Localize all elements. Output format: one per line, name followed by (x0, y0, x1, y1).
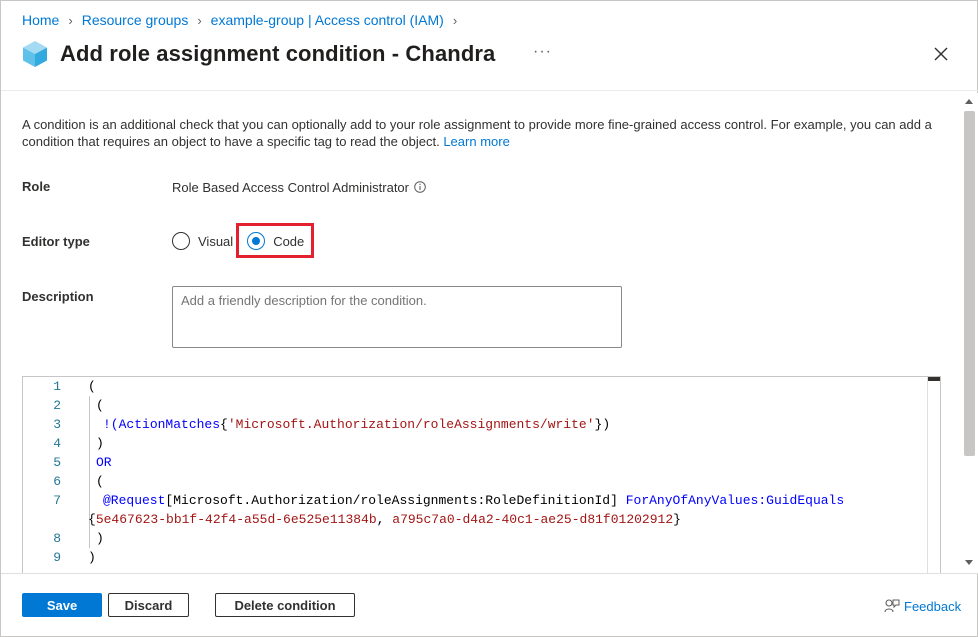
code-text: ( (88, 379, 96, 394)
code-token: { (88, 512, 96, 527)
description-input[interactable] (172, 286, 622, 348)
radio-visual-circle[interactable] (172, 232, 190, 250)
line-number: 1 (53, 379, 61, 394)
breadcrumb-home[interactable]: Home (22, 12, 59, 28)
line-number: 9 (53, 550, 61, 565)
panel: Home › Resource groups › example-group |… (0, 0, 978, 637)
code-text: ( (96, 398, 104, 413)
breadcrumb-iam[interactable]: example-group | Access control (IAM) (211, 12, 444, 28)
feedback-label: Feedback (904, 598, 962, 614)
code-token: ForAnyOfAnyValues:GuidEquals (625, 493, 845, 508)
page-scrollbar[interactable] (961, 93, 978, 573)
header-divider (1, 90, 978, 91)
chevron-right-icon: › (197, 12, 202, 28)
code-text: {5e467623-bb1f-42f4-a55d-6e525e11384b, a… (88, 510, 681, 529)
breadcrumb-resource-groups[interactable]: Resource groups (82, 12, 189, 28)
line-number: 3 (53, 417, 61, 432)
code-text: ) (88, 550, 96, 565)
code-token: 'Microsoft.Authorization/roleAssignments… (227, 417, 595, 432)
code-text: OR (96, 455, 112, 470)
page-scrollbar-thumb[interactable] (964, 111, 975, 456)
code-token: } (673, 512, 681, 527)
chevron-right-icon: › (452, 12, 458, 28)
page-title: Add role assignment condition - Chandra (60, 41, 496, 66)
code-token: !( (103, 417, 119, 432)
info-icon[interactable] (414, 181, 426, 193)
line-number: 7 (53, 493, 61, 508)
code-token: @Request (103, 493, 166, 508)
form-content: A condition is an additional check that … (1, 93, 959, 573)
scroll-down-icon[interactable] (965, 560, 973, 565)
code-token: { (220, 417, 228, 432)
page-header: Add role assignment condition - Chandra (20, 39, 495, 69)
editor-scrollbar[interactable] (927, 377, 940, 573)
code-token: [Microsoft.Authorization/roleAssignments… (165, 493, 618, 508)
delete-condition-button[interactable]: Delete condition (215, 593, 355, 617)
line-number: 5 (53, 455, 61, 470)
close-icon[interactable] (931, 44, 951, 64)
code-option-highlight (236, 223, 314, 258)
line-number: 4 (53, 436, 61, 451)
line-number: 6 (53, 474, 61, 489)
role-value: Role Based Access Control Administrator (172, 180, 426, 195)
radio-visual[interactable]: Visual (172, 232, 233, 250)
feedback-icon (884, 599, 900, 613)
code-token: ActionMatches (118, 417, 221, 432)
code-token: , (376, 512, 393, 527)
code-text: ( (96, 474, 104, 489)
line-number: 8 (53, 531, 61, 546)
code-text: ) (96, 436, 104, 451)
intro-text: A condition is an additional check that … (22, 116, 942, 150)
editor-scrollbar-thumb[interactable] (928, 377, 940, 381)
editor-type-label: Editor type (22, 234, 90, 249)
code-token: a795c7a0-d4a2-40c1-ae25-d81f01202912 (392, 512, 674, 527)
save-button[interactable]: Save (22, 593, 102, 617)
chevron-right-icon: › (68, 12, 73, 28)
breadcrumb: Home › Resource groups › example-group |… (22, 12, 466, 28)
radio-visual-label: Visual (198, 233, 234, 249)
more-options-icon[interactable]: ··· (533, 43, 552, 61)
code-editor[interactable]: 1( 2( 3 !(ActionMatches{'Microsoft.Author… (22, 376, 941, 573)
feedback-link[interactable]: Feedback (884, 598, 961, 614)
learn-more-link[interactable]: Learn more (443, 134, 509, 149)
code-token: }) (594, 417, 611, 432)
discard-button[interactable]: Discard (108, 593, 189, 617)
role-label: Role (22, 179, 51, 194)
cube-icon (23, 41, 47, 67)
code-text: ) (96, 531, 104, 546)
line-number: 2 (53, 398, 61, 413)
code-token: 5e467623-bb1f-42f4-a55d-6e525e11384b (95, 512, 377, 527)
footer-divider (1, 573, 978, 574)
description-label: Description (22, 289, 94, 304)
scroll-up-icon[interactable] (965, 99, 973, 104)
code-text: @Request[Microsoft.Authorization/roleAss… (103, 491, 844, 510)
role-name: Role Based Access Control Administrator (172, 180, 409, 195)
code-text: !(ActionMatches{'Microsoft.Authorization… (103, 415, 610, 434)
